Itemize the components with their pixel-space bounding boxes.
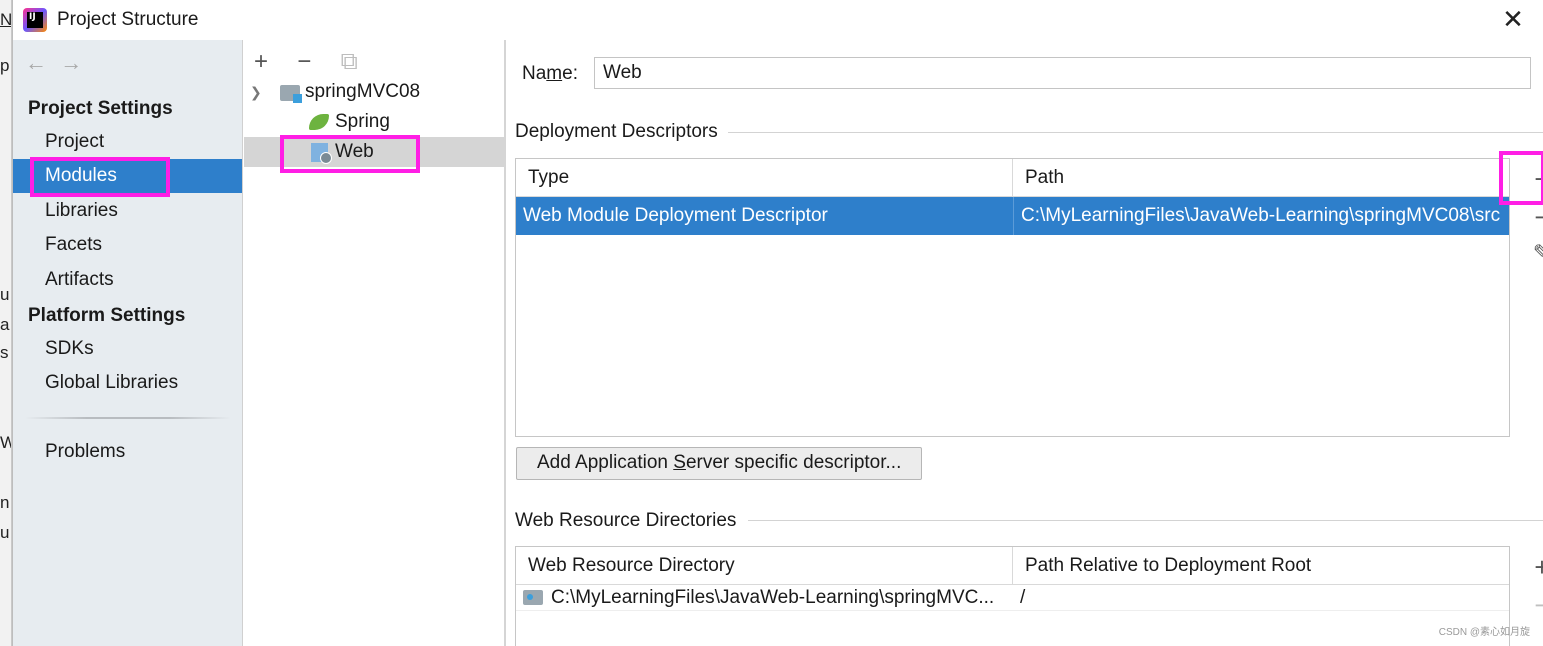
column-header-relative-path[interactable]: Path Relative to Deployment Root [1013, 547, 1311, 585]
remove-descriptor-icon[interactable]: − [1524, 202, 1543, 233]
nav-item-project[interactable]: Project [13, 125, 242, 159]
back-arrow-icon[interactable]: ← [25, 50, 55, 76]
copy-icon[interactable]: ⧉ [341, 48, 379, 76]
column-divider [1012, 547, 1013, 585]
platform-settings-heading: Platform Settings [28, 305, 186, 326]
tree-toolbar: + − ⧉ [254, 48, 379, 76]
project-structure-dialog: IJ Project Structure ✕ ← → Project Setti… [12, 0, 1543, 646]
background-fragment: p [0, 56, 10, 75]
name-label: Name: [522, 63, 578, 84]
remove-icon[interactable]: − [297, 48, 335, 76]
table-row[interactable]: C:\MyLearningFiles\JavaWeb-Learning\spri… [516, 585, 1509, 611]
nav-divider [25, 417, 231, 419]
nav-item-problems[interactable]: Problems [13, 435, 242, 469]
project-settings-heading: Project Settings [28, 98, 173, 119]
table-row[interactable]: Web Module Deployment Descriptor C:\MyLe… [516, 197, 1509, 235]
deployment-descriptors-table: Type Path Web Module Deployment Descript… [515, 158, 1510, 437]
web-resource-directories-title: Web Resource Directories [515, 510, 747, 532]
descriptor-type-cell: Web Module Deployment Descriptor [523, 205, 828, 226]
spring-leaf-icon [309, 114, 329, 130]
intellij-app-icon: IJ [23, 8, 47, 32]
edit-descriptor-icon[interactable]: ✎ [1524, 240, 1543, 266]
title-bar: IJ Project Structure ✕ [13, 0, 1543, 40]
close-button[interactable]: ✕ [1500, 6, 1526, 32]
background-fragment: s [0, 343, 9, 362]
tree-node-spring[interactable]: Spring [244, 107, 506, 137]
module-tree-panel: + − ⧉ ❯ springMVC08 Spring Web [244, 40, 506, 646]
web-resource-directory-cell: C:\MyLearningFiles\JavaWeb-Learning\spri… [516, 585, 1012, 610]
section-divider [748, 520, 1543, 521]
add-descriptor-icon[interactable]: + [1524, 164, 1543, 195]
forward-arrow-icon[interactable]: → [60, 50, 90, 76]
history-arrows: ← → [25, 50, 90, 76]
add-icon[interactable]: + [254, 48, 292, 76]
nav-item-artifacts[interactable]: Artifacts [13, 263, 242, 297]
web-facet-icon [311, 143, 332, 164]
background-fragment: u [0, 523, 10, 542]
descriptor-path-cell: C:\MyLearningFiles\JavaWeb-Learning\spri… [1013, 197, 1509, 235]
relative-path-cell: / [1020, 587, 1026, 608]
remove-directory-icon[interactable]: − [1524, 590, 1543, 621]
background-editor-strip: N p u a s W n u [0, 0, 12, 646]
nav-item-modules[interactable]: Modules [13, 159, 242, 193]
column-header-path[interactable]: Path [1013, 159, 1064, 197]
module-folder-icon [280, 85, 302, 103]
tree-node-web[interactable]: Web [244, 137, 506, 167]
background-fragment: W [0, 433, 11, 453]
deployment-descriptors-title: Deployment Descriptors [515, 121, 728, 143]
nav-item-libraries[interactable]: Libraries [13, 194, 242, 228]
tree-node-label: springMVC08 [305, 81, 421, 102]
web-resource-directories-table: Web Resource Directory Path Relative to … [515, 546, 1510, 646]
nav-item-sdks[interactable]: SDKs [13, 332, 242, 366]
background-fragment: a [0, 315, 10, 334]
descriptor-tools: + − ✎ [1524, 158, 1543, 278]
section-divider [728, 132, 1543, 133]
tree-node-label: Web [335, 141, 374, 162]
tree-node-label: Spring [335, 111, 390, 132]
nav-item-facets[interactable]: Facets [13, 228, 242, 262]
web-facet-detail: Name: Web Deployment Descriptors Type Pa… [508, 40, 1543, 646]
background-fragment: n [0, 493, 10, 512]
chevron-down-icon[interactable]: ❯ [250, 77, 262, 107]
add-directory-icon[interactable]: + [1524, 552, 1543, 583]
tree-node-springmvc08[interactable]: ❯ springMVC08 [244, 77, 506, 107]
window-title: Project Structure [57, 9, 199, 30]
column-header-web-resource-directory[interactable]: Web Resource Directory [516, 547, 735, 585]
settings-nav: ← → Project Settings Project Modules Lib… [13, 40, 243, 646]
background-fragment: u [0, 285, 10, 304]
add-application-server-descriptor-button[interactable]: Add Application Server specific descript… [516, 447, 923, 480]
watermark: CSDN @素心如月旋 [1438, 627, 1530, 638]
column-header-type[interactable]: Type [516, 159, 569, 197]
web-folder-icon [523, 590, 543, 605]
background-fragment: N [0, 10, 12, 29]
name-field[interactable]: Web [594, 57, 1531, 89]
nav-item-global-libraries[interactable]: Global Libraries [13, 366, 242, 400]
